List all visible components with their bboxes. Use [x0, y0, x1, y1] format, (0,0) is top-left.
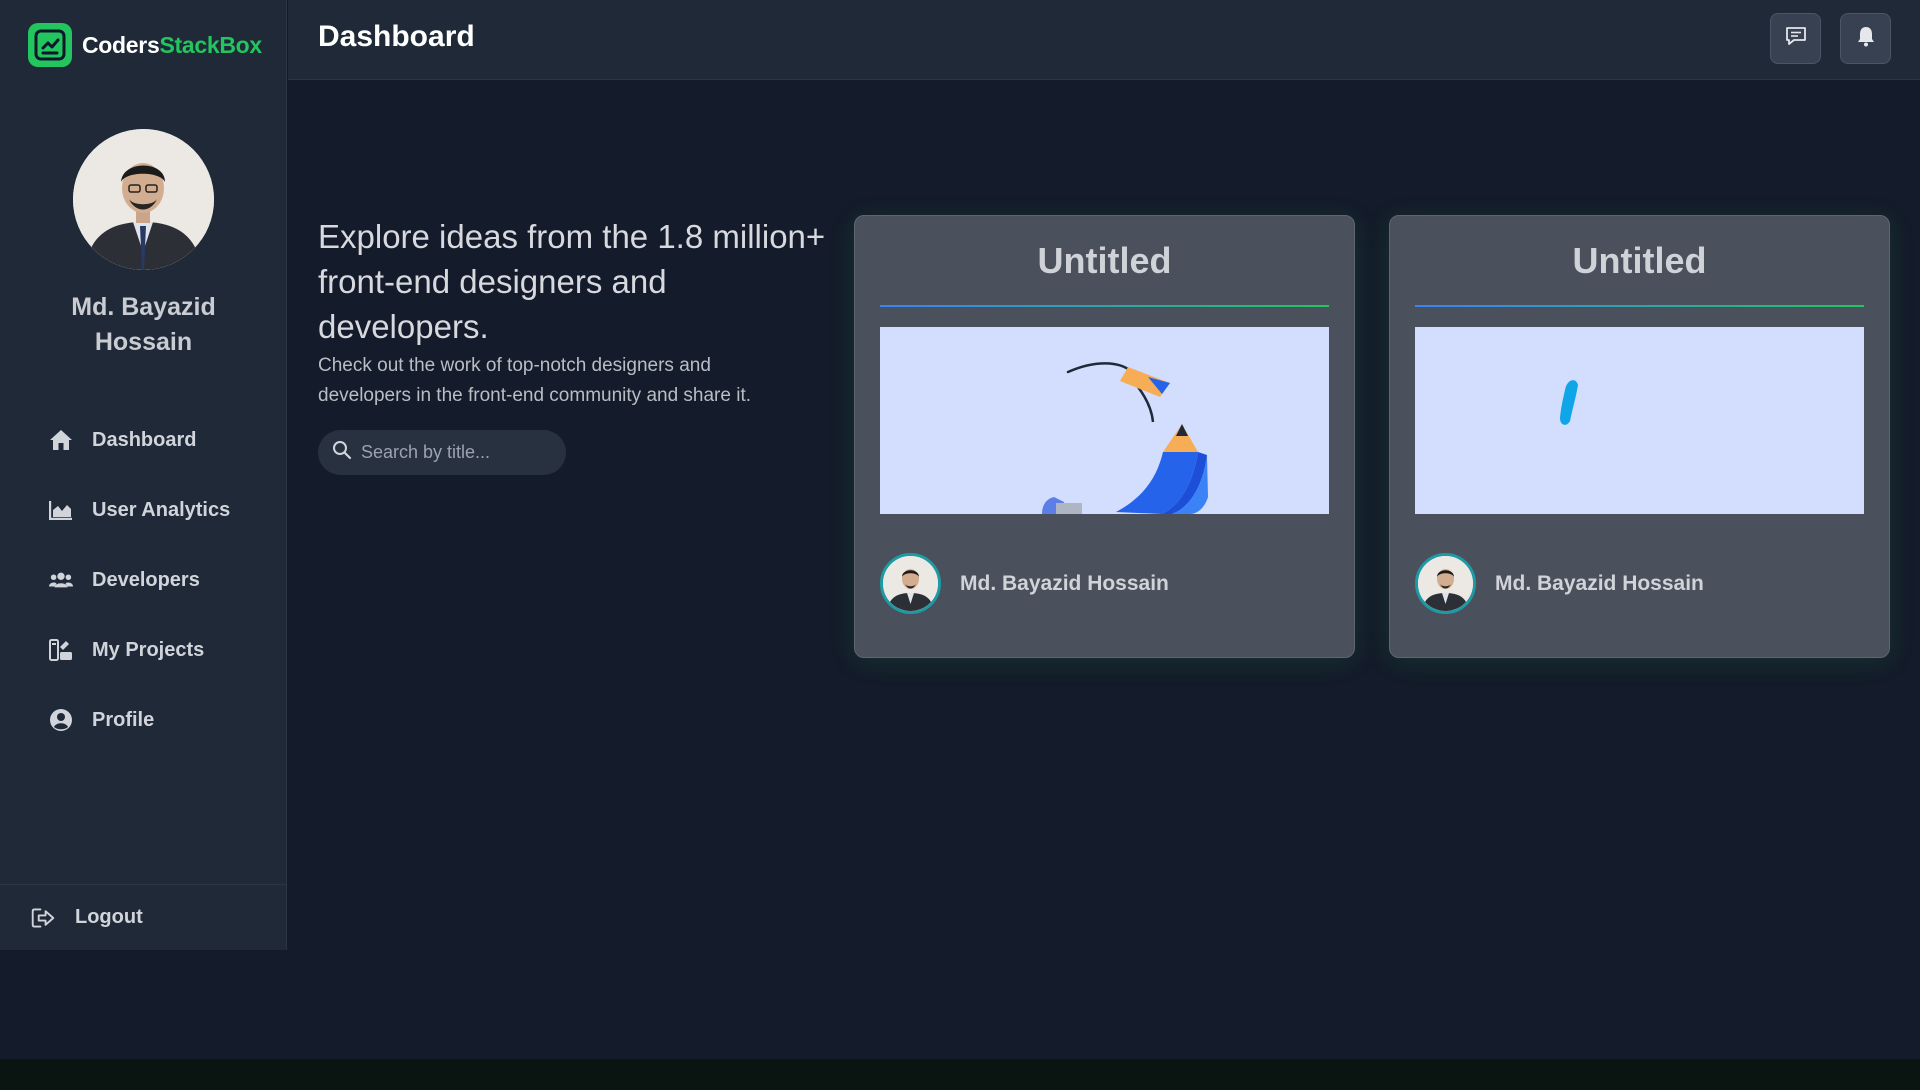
logout-button[interactable]: Logout	[0, 884, 287, 950]
sidebar-item-label: User Analytics	[92, 498, 231, 521]
card-divider	[880, 305, 1329, 307]
author-name: Md. Bayazid Hossain	[960, 571, 1169, 595]
logout-label: Logout	[75, 906, 143, 928]
search-icon	[332, 440, 352, 465]
page-bottom-strip	[0, 1059, 1920, 1090]
card-preview-image[interactable]	[880, 327, 1329, 514]
project-card[interactable]: Untitled Md. Bayazid Hossain	[1389, 215, 1890, 658]
sidebar-item-label: Dashboard	[92, 428, 197, 451]
author-name: Md. Bayazid Hossain	[1495, 571, 1704, 595]
sidebar-item-label: Developers	[92, 568, 200, 591]
chart-area-icon	[49, 498, 73, 522]
card-author[interactable]: Md. Bayazid Hossain	[1415, 553, 1704, 614]
bell-icon	[1856, 25, 1876, 52]
card-divider	[1415, 305, 1864, 307]
sidebar-item-profile[interactable]: Profile	[0, 685, 287, 755]
sidebar-item-label: My Projects	[92, 638, 205, 661]
brand-name: CodersStackBox	[82, 32, 262, 59]
brand-name-part1: Coders	[82, 31, 160, 58]
sidebar-item-my-projects[interactable]: My Projects	[0, 615, 287, 685]
notifications-button[interactable]	[1840, 13, 1891, 64]
author-avatar	[1415, 553, 1476, 614]
search-input[interactable]	[361, 442, 551, 463]
sidebar-item-dashboard[interactable]: Dashboard	[0, 405, 287, 475]
user-circle-icon	[49, 708, 73, 732]
sidebar-item-user-analytics[interactable]: User Analytics	[0, 475, 287, 545]
search-box[interactable]	[318, 430, 566, 475]
home-icon	[49, 428, 73, 452]
author-avatar	[880, 553, 941, 614]
brand[interactable]: CodersStackBox	[28, 22, 262, 68]
sidebar-nav: Dashboard User Analytics Developers My P…	[0, 405, 287, 755]
hero-subtitle: Check out the work of top-notch designer…	[318, 355, 752, 406]
logout-icon	[31, 906, 55, 930]
sidebar-avatar	[73, 129, 214, 270]
projects-icon	[49, 638, 73, 662]
messages-button[interactable]	[1770, 13, 1821, 64]
page-title: Dashboard	[318, 20, 475, 53]
message-icon	[1785, 26, 1807, 51]
card-preview-image[interactable]	[1415, 327, 1864, 514]
users-icon	[49, 568, 73, 592]
brand-name-part2: StackBox	[159, 31, 262, 58]
top-header: Dashboard	[288, 0, 1920, 80]
card-title: Untitled	[1572, 240, 1707, 281]
hero-title: Explore ideas from the 1.8 million+ fron…	[318, 218, 826, 345]
sidebar: CodersStackBox Md. Bayazid Hossain Dashb…	[0, 0, 287, 950]
sidebar-item-label: Profile	[92, 708, 155, 731]
sidebar-item-developers[interactable]: Developers	[0, 545, 287, 615]
project-card[interactable]: Untitled Md. Bayazid Hossain	[854, 215, 1355, 658]
sidebar-user-name: Md. Bayazid Hossain	[71, 293, 216, 356]
card-title: Untitled	[1037, 240, 1172, 281]
card-author[interactable]: Md. Bayazid Hossain	[880, 553, 1169, 614]
brand-logo-icon	[28, 23, 72, 67]
app-root: CodersStackBox Md. Bayazid Hossain Dashb…	[0, 0, 1920, 1059]
